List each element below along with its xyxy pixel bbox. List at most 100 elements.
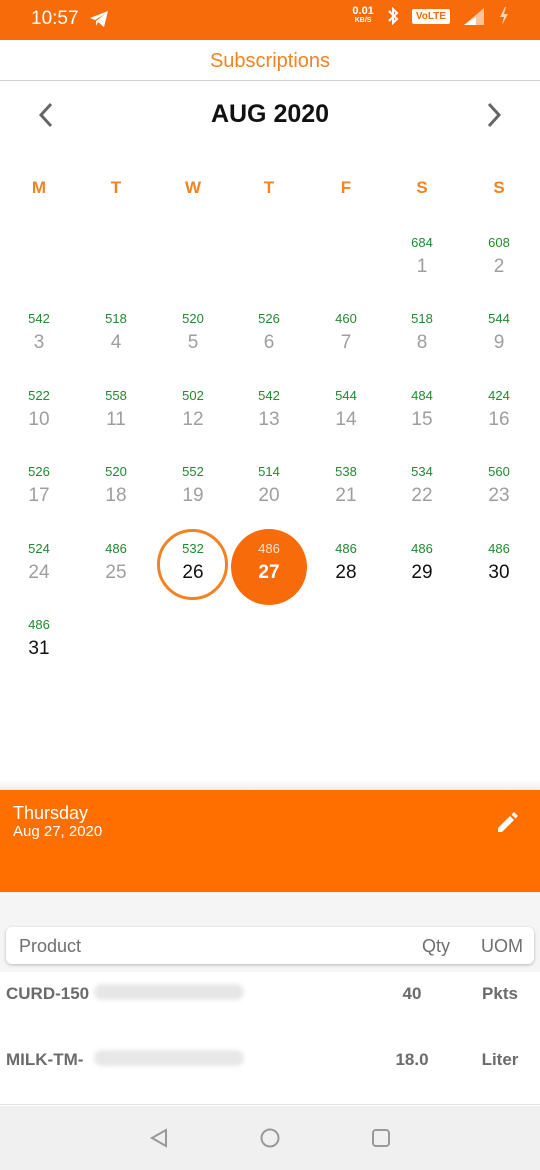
day-number: 29 bbox=[411, 562, 433, 583]
system-nav-bar bbox=[0, 1106, 540, 1170]
calendar-day[interactable]: 518 4 bbox=[78, 298, 154, 374]
calendar-day[interactable]: 486 31 bbox=[1, 604, 77, 680]
calendar-day[interactable]: 542 13 bbox=[231, 375, 307, 451]
day-count: 520 bbox=[182, 311, 204, 326]
day-number: 1 bbox=[416, 256, 428, 277]
calendar-day[interactable]: 460 7 bbox=[308, 298, 384, 374]
row-product: MILK-TM- bbox=[6, 1050, 84, 1069]
calendar-day[interactable]: 520 5 bbox=[155, 298, 231, 374]
day-count: 502 bbox=[182, 388, 204, 403]
day-number: 15 bbox=[411, 409, 433, 430]
edit-pencil-icon[interactable] bbox=[494, 808, 522, 836]
calendar-day[interactable]: 486 25 bbox=[78, 528, 154, 604]
row-uom: Pkts bbox=[482, 984, 518, 1003]
day-count: 526 bbox=[258, 311, 280, 326]
day-number: 16 bbox=[488, 409, 510, 430]
telegram-icon bbox=[90, 11, 108, 27]
calendar-day[interactable]: 486 28 bbox=[308, 528, 384, 604]
calendar-day[interactable]: 520 18 bbox=[78, 451, 154, 527]
day-count: 542 bbox=[28, 311, 50, 326]
day-count: 534 bbox=[411, 464, 433, 479]
calendar-day[interactable]: 526 17 bbox=[1, 451, 77, 527]
day-number: 6 bbox=[263, 332, 275, 353]
calendar-day[interactable]: 486 30 bbox=[461, 528, 537, 604]
weekday-sat: S bbox=[416, 178, 428, 197]
row-qty: 18.0 bbox=[395, 1050, 429, 1069]
day-number: 10 bbox=[28, 409, 50, 430]
calendar-day[interactable]: 532 26 bbox=[155, 528, 231, 604]
signal-icon bbox=[464, 8, 484, 25]
calendar-day[interactable]: 486 29 bbox=[384, 528, 460, 604]
day-count: 538 bbox=[335, 464, 357, 479]
day-number: 5 bbox=[187, 332, 199, 353]
calendar-day[interactable]: 526 6 bbox=[231, 298, 307, 374]
selected-weekday: Thursday bbox=[13, 803, 89, 823]
home-icon[interactable] bbox=[259, 1127, 281, 1149]
day-count: 532 bbox=[182, 541, 204, 556]
calendar-day[interactable]: 544 9 bbox=[461, 298, 537, 374]
calendar-day[interactable]: 544 14 bbox=[308, 375, 384, 451]
weekday-mon: M bbox=[31, 178, 47, 197]
day-number: 18 bbox=[105, 485, 127, 506]
day-count: 520 bbox=[105, 464, 127, 479]
table-row[interactable]: CURD-150 40 Pkts bbox=[0, 972, 540, 1039]
calendar-day[interactable]: 684 1 bbox=[384, 222, 460, 298]
day-number: 17 bbox=[28, 485, 50, 506]
calendar-day[interactable]: 522 10 bbox=[1, 375, 77, 451]
day-count: 526 bbox=[28, 464, 50, 479]
calendar-day[interactable]: 552 19 bbox=[155, 451, 231, 527]
calendar-day[interactable]: 514 20 bbox=[231, 451, 307, 527]
day-count: 558 bbox=[105, 388, 127, 403]
calendar-day[interactable]: 558 11 bbox=[78, 375, 154, 451]
redacted-text bbox=[94, 984, 244, 1000]
day-number: 25 bbox=[105, 562, 127, 583]
day-count: 484 bbox=[411, 388, 433, 403]
table-row[interactable]: MILK-TM- 18.0 Liter bbox=[0, 1038, 540, 1105]
day-count: 486 bbox=[258, 541, 280, 556]
day-count: 552 bbox=[182, 464, 204, 479]
day-number: 30 bbox=[488, 562, 510, 583]
calendar-day[interactable]: 524 24 bbox=[1, 528, 77, 604]
bluetooth-icon bbox=[388, 7, 399, 25]
day-number: 31 bbox=[28, 638, 50, 659]
day-number: 2 bbox=[493, 256, 505, 277]
calendar-day[interactable]: 542 3 bbox=[1, 298, 77, 374]
day-number: 20 bbox=[258, 485, 280, 506]
redacted-text bbox=[94, 1050, 244, 1066]
day-number: 28 bbox=[335, 562, 357, 583]
day-count: 486 bbox=[105, 541, 127, 556]
day-number: 11 bbox=[106, 409, 126, 430]
day-count: 486 bbox=[28, 617, 50, 632]
calendar-day[interactable]: 518 8 bbox=[384, 298, 460, 374]
day-number: 13 bbox=[258, 409, 280, 430]
calendar-day[interactable]: 608 2 bbox=[461, 222, 537, 298]
calendar-day[interactable]: 484 15 bbox=[384, 375, 460, 451]
column-qty: Qty bbox=[422, 936, 451, 956]
day-count: 486 bbox=[335, 541, 357, 556]
day-number: 7 bbox=[340, 332, 352, 353]
day-number: 4 bbox=[110, 332, 122, 353]
row-qty: 40 bbox=[402, 984, 422, 1003]
weekday-tue: T bbox=[110, 178, 122, 197]
weekday-fri: F bbox=[340, 178, 352, 197]
row-product: CURD-150 bbox=[6, 984, 90, 1003]
calendar-day[interactable]: 560 23 bbox=[461, 451, 537, 527]
day-count: 522 bbox=[28, 388, 50, 403]
chevron-right-icon[interactable] bbox=[478, 100, 508, 130]
day-count: 486 bbox=[488, 541, 510, 556]
calendar-day[interactable]: 534 22 bbox=[384, 451, 460, 527]
calendar-day[interactable]: 502 12 bbox=[155, 375, 231, 451]
day-count: 544 bbox=[488, 311, 510, 326]
weekday-thu: T bbox=[263, 178, 275, 197]
day-count: 518 bbox=[105, 311, 127, 326]
selected-day-header: Thursday Aug 27, 2020 bbox=[0, 790, 540, 892]
day-count: 684 bbox=[411, 235, 433, 250]
calendar-day[interactable]: 424 16 bbox=[461, 375, 537, 451]
network-speed: 0.01 KB/S bbox=[352, 5, 374, 25]
calendar-day[interactable]: 538 21 bbox=[308, 451, 384, 527]
back-icon[interactable] bbox=[148, 1127, 170, 1149]
recents-icon[interactable] bbox=[370, 1127, 392, 1149]
calendar-day[interactable]: 486 27 bbox=[231, 528, 307, 605]
month-title: AUG 2020 bbox=[210, 100, 330, 128]
row-uom: Liter bbox=[481, 1050, 519, 1069]
